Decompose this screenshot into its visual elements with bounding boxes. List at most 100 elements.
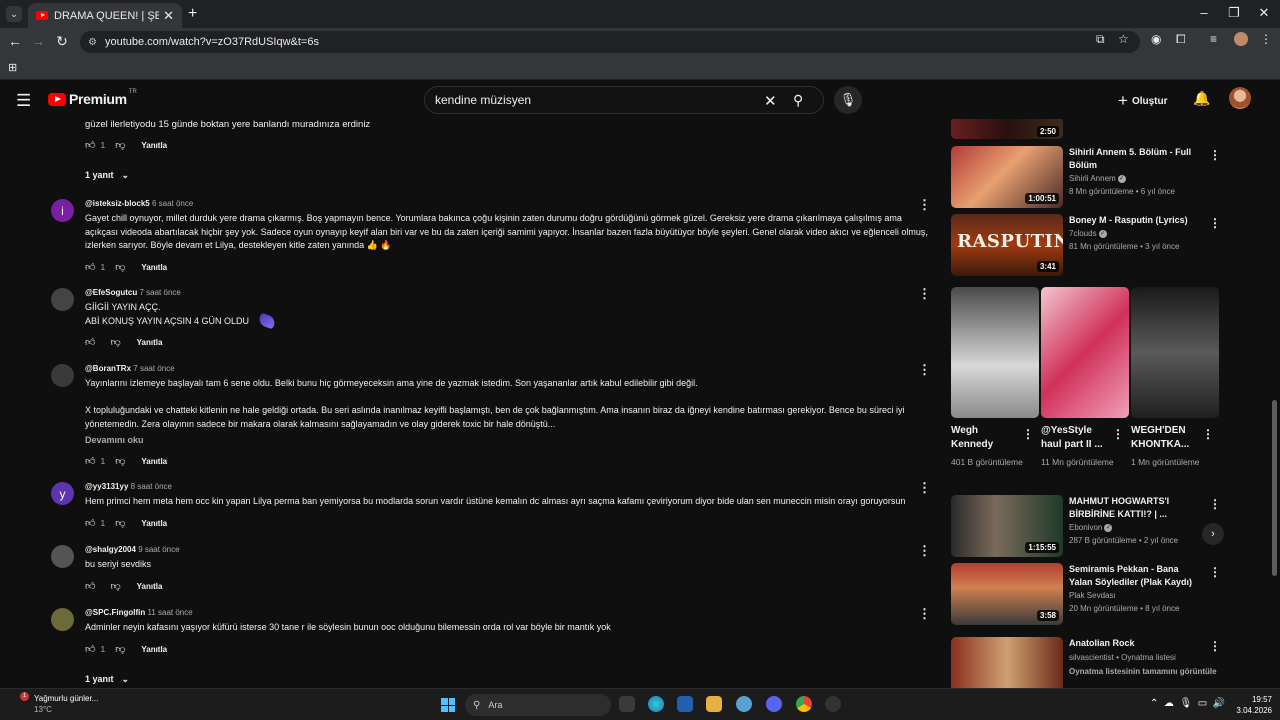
- browser-tab-active[interactable]: DRAMA QUEEN! | ŞEHMUS'UN ✕: [28, 3, 182, 28]
- comment-author[interactable]: @BoranTRx: [85, 364, 131, 373]
- dislike-icon[interactable]: 👎︎: [115, 643, 125, 655]
- like-icon[interactable]: 👍︎: [85, 139, 95, 151]
- short-item[interactable]: @YesStyle haul part II ... 11 Mn görüntü…: [1041, 287, 1129, 467]
- windows-start-icon[interactable]: [441, 698, 455, 712]
- reply-button[interactable]: Yanıtla: [141, 645, 167, 654]
- tab-close-icon[interactable]: ✕: [163, 8, 174, 24]
- reply-button[interactable]: Yanıtla: [141, 263, 167, 272]
- video-channel[interactable]: 7clouds ✓: [1069, 229, 1107, 238]
- dislike-icon[interactable]: 👎︎: [110, 580, 120, 592]
- playlist-channel[interactable]: silvascientist • Oynatma listesi: [1069, 653, 1176, 662]
- short-thumbnail[interactable]: [1041, 287, 1129, 418]
- video-thumbnail[interactable]: 3:58: [951, 563, 1063, 625]
- search-icon[interactable]: ⚲: [793, 92, 803, 109]
- comment-more-icon[interactable]: ⋮: [918, 543, 931, 559]
- reload-button[interactable]: ↻: [53, 33, 71, 50]
- video-title[interactable]: Sihirli Annem 5. Bölüm - Full Bölüm: [1069, 146, 1199, 171]
- replies-toggle-button[interactable]: 1 yanıt ⌄: [85, 674, 129, 685]
- comment-time[interactable]: 9 saat önce: [138, 545, 179, 554]
- avatar[interactable]: y: [51, 482, 74, 505]
- youtube-premium-logo[interactable]: Premium TR: [48, 89, 137, 107]
- bookmark-star-icon[interactable]: ☆: [1118, 32, 1129, 46]
- video-title[interactable]: Boney M - Rasputin (Lyrics): [1069, 214, 1199, 227]
- taskbar-search[interactable]: ⚲ Ara: [465, 694, 611, 716]
- short-thumbnail[interactable]: [1131, 287, 1219, 418]
- comment-time[interactable]: 11 saat önce: [147, 608, 192, 617]
- app-icon[interactable]: [825, 696, 841, 712]
- account-avatar[interactable]: [1229, 87, 1251, 109]
- create-button[interactable]: + Oluştur: [1118, 91, 1168, 111]
- comment-more-icon[interactable]: ⋮: [918, 362, 931, 378]
- view-full-playlist-link[interactable]: Oynatma listesinin tamamını görüntüle: [1069, 667, 1217, 676]
- short-more-icon[interactable]: ⋮: [1202, 427, 1214, 441]
- playlist-thumbnail[interactable]: [951, 637, 1063, 688]
- avatar[interactable]: [51, 364, 74, 387]
- file-explorer-icon[interactable]: [706, 696, 722, 712]
- comment-more-icon[interactable]: ⋮: [918, 286, 931, 302]
- chrome-icon[interactable]: [796, 696, 812, 712]
- short-more-icon[interactable]: ⋮: [1112, 427, 1124, 441]
- video-channel[interactable]: Plak Sevdası: [1069, 591, 1116, 600]
- comment-more-icon[interactable]: ⋮: [918, 197, 931, 213]
- like-icon[interactable]: 👍︎: [85, 261, 95, 273]
- comment-more-icon[interactable]: ⋮: [918, 480, 931, 496]
- dislike-icon[interactable]: 👎︎: [115, 261, 125, 273]
- new-tab-button[interactable]: +: [188, 5, 197, 23]
- short-thumbnail[interactable]: [951, 287, 1039, 418]
- store-icon[interactable]: [677, 696, 693, 712]
- video-title[interactable]: Semiramis Pekkan - Bana Yalan Söylediler…: [1069, 563, 1199, 588]
- short-item[interactable]: WEGH'DEN KHONTKA... 1 Mn görüntüleme ⋮: [1131, 287, 1219, 467]
- dislike-icon[interactable]: 👎︎: [115, 455, 125, 467]
- comment-author[interactable]: @isteksiz-block5: [85, 199, 150, 208]
- like-icon[interactable]: 👍︎: [85, 580, 95, 592]
- playlist-more-icon[interactable]: ⋮: [1209, 639, 1221, 653]
- video-thumbnail[interactable]: 1:15:55: [951, 495, 1063, 557]
- video-more-icon[interactable]: ⋮: [1209, 148, 1221, 162]
- related-playlist[interactable]: Anatolian Rock silvascientist • Oynatma …: [951, 637, 1226, 688]
- comment-author[interactable]: @EfeSogutcu: [85, 288, 137, 297]
- install-app-icon[interactable]: ⧉: [1096, 32, 1105, 47]
- comment-author[interactable]: @SPC.Fingolfin: [85, 608, 145, 617]
- related-video[interactable]: 1:15:55 MAHMUT HOGWARTS'I BİRBİRİNE KATT…: [951, 495, 1226, 557]
- related-video-partial[interactable]: 2:50: [951, 119, 1226, 139]
- short-title[interactable]: WEGH'DEN KHONTKA...: [1131, 424, 1203, 452]
- video-thumbnail[interactable]: 1:00:51: [951, 146, 1063, 208]
- app-icon[interactable]: [736, 696, 752, 712]
- comment-time[interactable]: 7 saat önce: [133, 364, 174, 373]
- apps-grid-icon[interactable]: ⊞: [8, 61, 17, 74]
- related-video[interactable]: RASPUTIN 3:41 Boney M - Rasputin (Lyrics…: [951, 214, 1226, 276]
- extension-icon[interactable]: ◉: [1151, 32, 1161, 46]
- short-more-icon[interactable]: ⋮: [1022, 427, 1034, 441]
- video-more-icon[interactable]: ⋮: [1209, 565, 1221, 579]
- forward-button[interactable]: →: [29, 33, 47, 49]
- comment-time[interactable]: 8 saat önce: [131, 482, 172, 491]
- page-scrollbar-thumb[interactable]: [1272, 400, 1277, 576]
- dislike-icon[interactable]: 👎︎: [115, 139, 125, 151]
- video-title[interactable]: MAHMUT HOGWARTS'I BİRBİRİNE KATTI!? | ..…: [1069, 495, 1199, 520]
- like-icon[interactable]: 👍︎: [85, 517, 95, 529]
- short-item[interactable]: Wegh Kennedy 401 B görüntüleme ⋮: [951, 287, 1039, 467]
- avatar[interactable]: [51, 608, 74, 631]
- dislike-icon[interactable]: 👎︎: [115, 517, 125, 529]
- video-thumbnail[interactable]: RASPUTIN 3:41: [951, 214, 1063, 276]
- voice-search-mic-icon[interactable]: 🎙: [834, 86, 862, 114]
- close-window-button[interactable]: ✕: [1254, 5, 1274, 21]
- read-more-link[interactable]: Devamını oku: [85, 435, 144, 445]
- avatar[interactable]: i: [51, 199, 74, 222]
- chrome-menu-icon[interactable]: ⋮: [1260, 32, 1272, 46]
- weather-widget[interactable]: 1 Yağmurlu günler... 13°C: [16, 692, 98, 715]
- like-icon[interactable]: 👍︎: [85, 643, 95, 655]
- minimize-button[interactable]: –: [1194, 5, 1214, 20]
- video-channel[interactable]: Sihirli Annem ✓: [1069, 174, 1126, 183]
- clear-search-icon[interactable]: ✕: [764, 92, 777, 110]
- discord-icon[interactable]: [766, 696, 782, 712]
- address-bar[interactable]: ⚙ youtube.com/watch?v=zO37RdUSIqw&t=6s: [80, 31, 1140, 53]
- comment-time[interactable]: 7 saat önce: [139, 288, 180, 297]
- comment-time[interactable]: 6 saat önce: [152, 199, 193, 208]
- comment-author[interactable]: @shalgy2004: [85, 545, 136, 554]
- reply-button[interactable]: Yanıtla: [137, 582, 163, 591]
- dislike-icon[interactable]: 👎︎: [110, 336, 120, 348]
- avatar[interactable]: [51, 545, 74, 568]
- edge-browser-icon[interactable]: [648, 696, 664, 712]
- video-thumbnail[interactable]: 2:50: [951, 119, 1063, 139]
